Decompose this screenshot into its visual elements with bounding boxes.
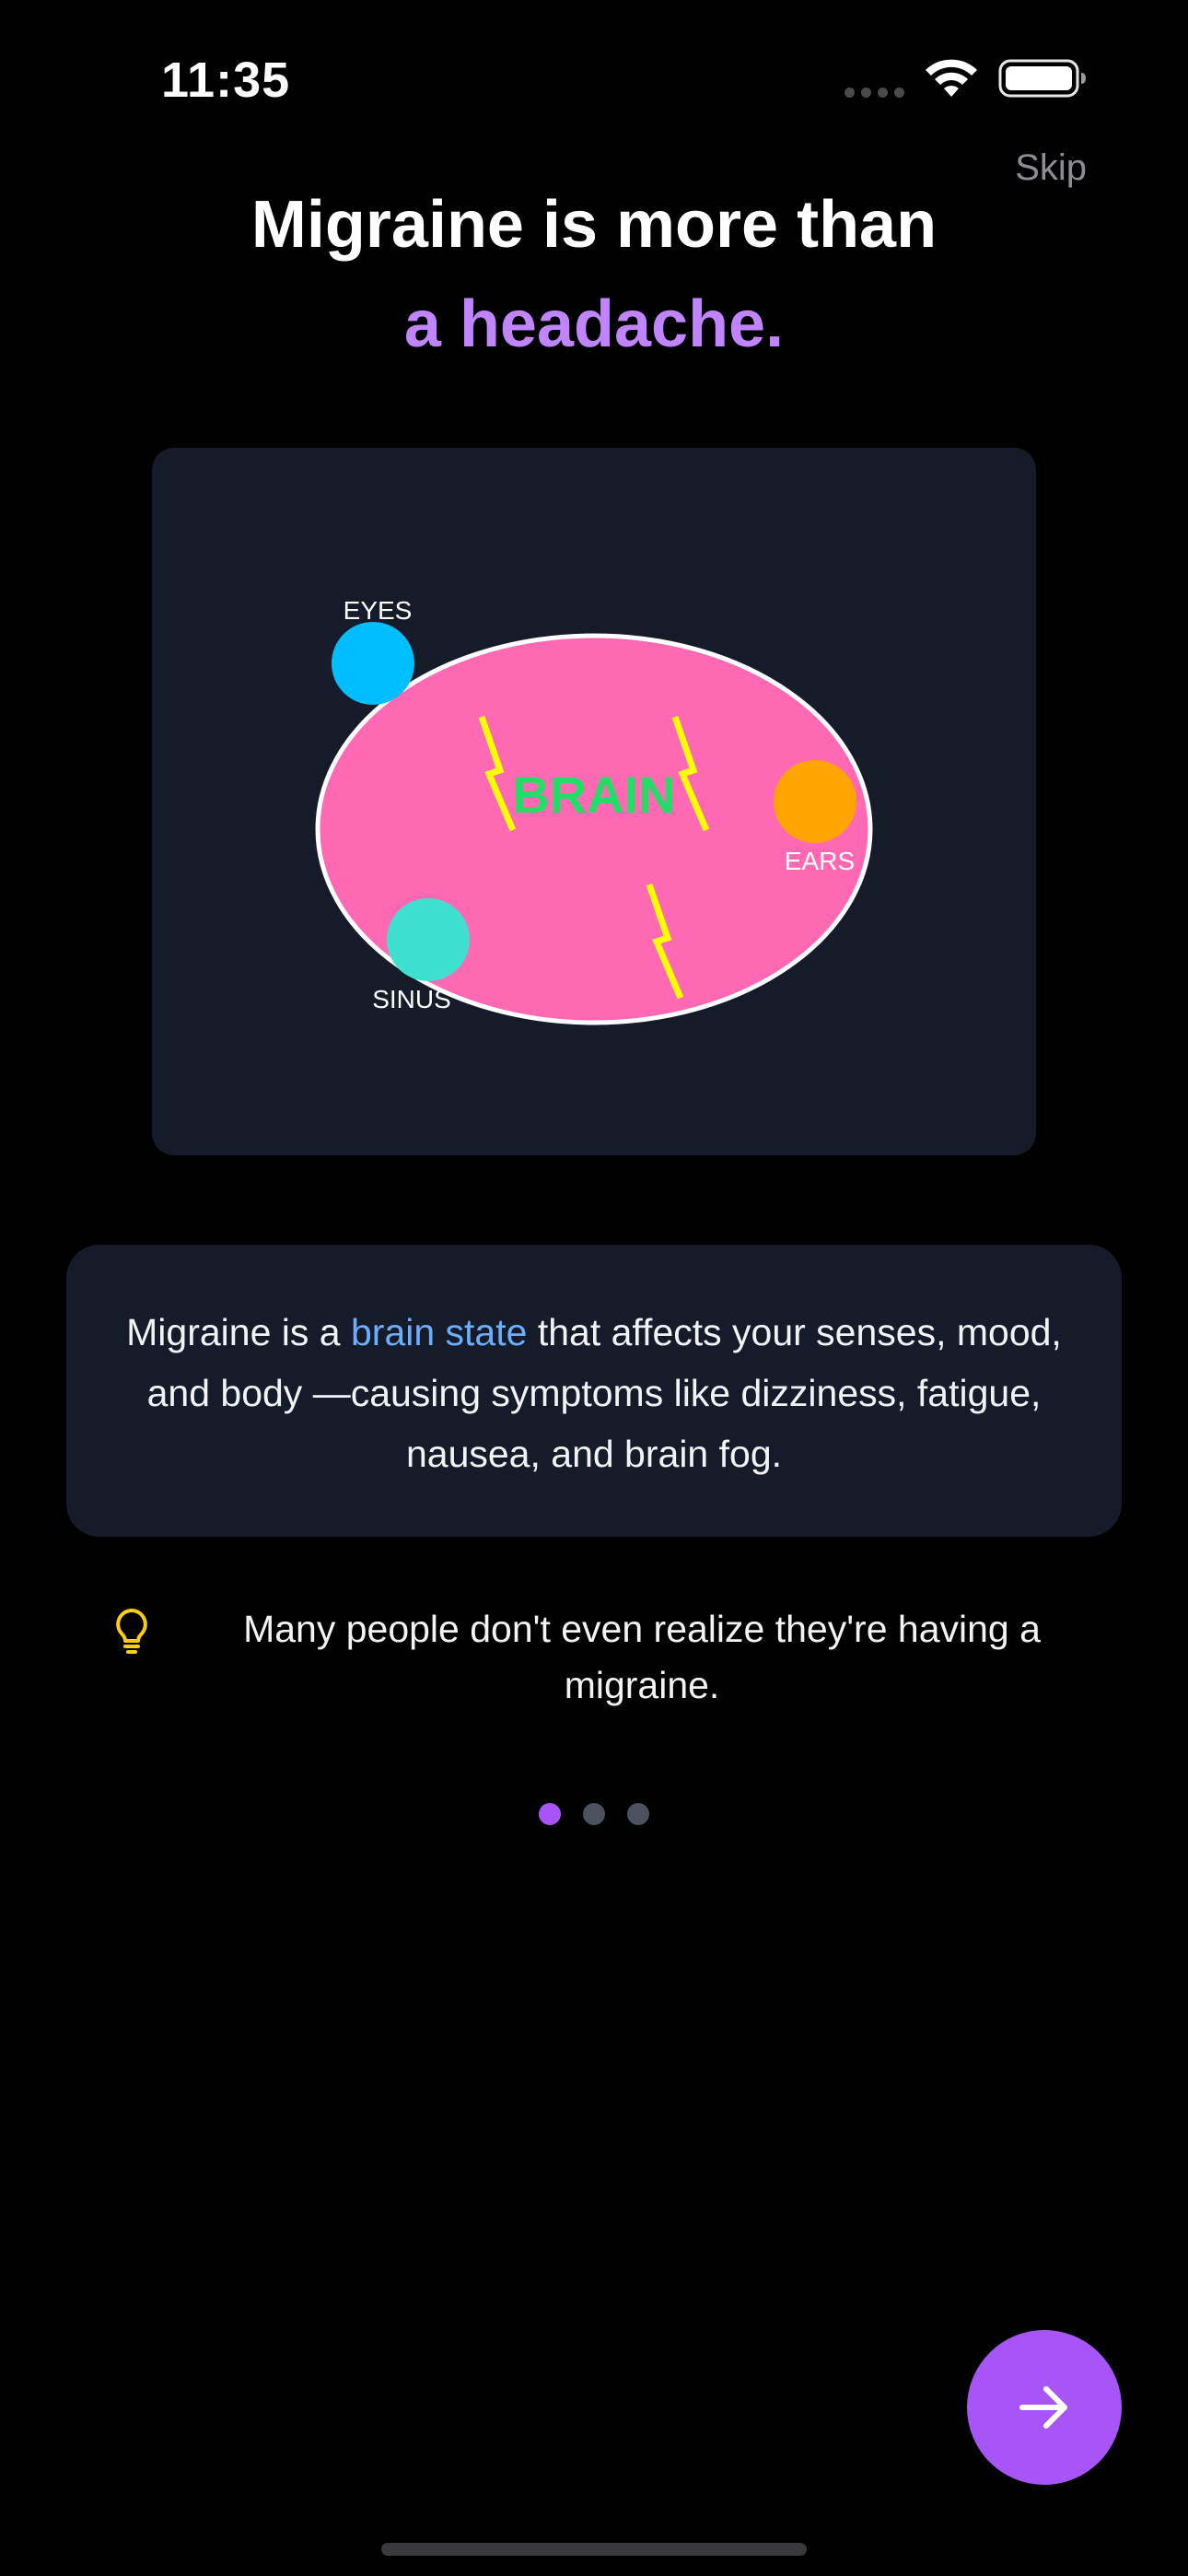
page-dot-1[interactable] (539, 1803, 561, 1825)
title-line-1: Migraine is more than (250, 188, 938, 262)
next-button[interactable] (967, 2330, 1122, 2485)
eyes-circle (332, 622, 414, 705)
status-icons (844, 57, 1087, 100)
status-time: 11:35 (161, 53, 291, 108)
arrow-right-icon (1019, 2386, 1067, 2429)
info-text-1: Migraine is a (126, 1311, 351, 1353)
page-indicator (0, 1803, 1188, 1825)
eyes-label: EYES (344, 596, 413, 625)
brain-illustration: BRAIN EYES EARS SINUS (152, 448, 1036, 1155)
home-indicator[interactable] (381, 2543, 807, 2556)
brain-state-highlight: brain state (350, 1311, 528, 1353)
brain-label: BRAIN (512, 766, 675, 824)
lightbulb-icon (116, 1609, 147, 1654)
battery-icon (998, 59, 1086, 98)
ears-label: EARS (785, 847, 855, 875)
tip-row: Many people don't even realize they're h… (112, 1601, 1098, 1714)
wifi-icon (926, 59, 977, 97)
page-title: Migraine is more than a headache. (0, 175, 1188, 374)
page-dot-2[interactable] (583, 1803, 605, 1825)
page-dot-3[interactable] (627, 1803, 649, 1825)
title-line-2: a headache. (403, 287, 785, 361)
ears-circle (774, 760, 856, 843)
cellular-signal-icon (844, 87, 904, 98)
info-card: Migraine is a brain state that affects y… (66, 1245, 1122, 1537)
brain-diagram: BRAIN EYES EARS SINUS (315, 596, 873, 1025)
sinus-label: SINUS (372, 985, 451, 1013)
sinus-circle (387, 898, 470, 981)
tip-text: Many people don't even realize they're h… (243, 1608, 1041, 1706)
